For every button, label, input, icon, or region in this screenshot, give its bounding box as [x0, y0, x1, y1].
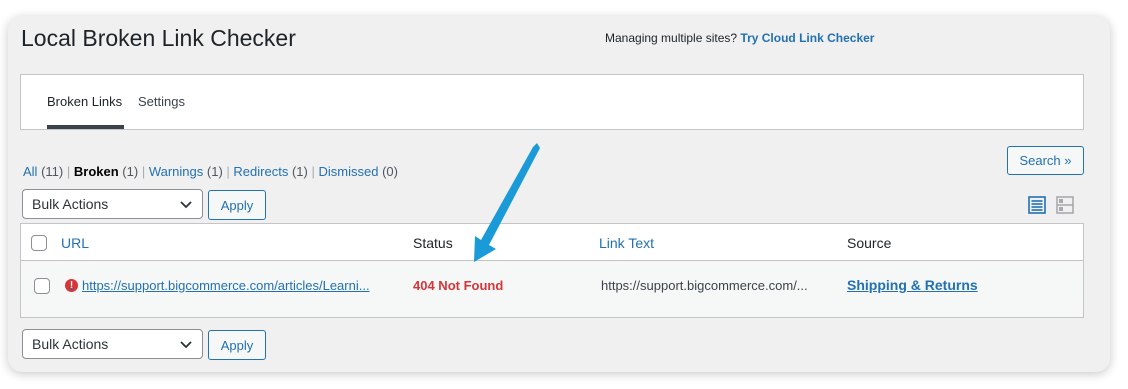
filter-all-count: (11): [41, 164, 64, 179]
bulk-actions-select-bottom[interactable]: Bulk Actions: [22, 329, 203, 359]
filter-separator: |: [226, 164, 230, 179]
chevron-down-icon: [180, 201, 192, 209]
column-status: Status: [413, 235, 453, 251]
filter-dismissed-count: (0): [382, 164, 398, 179]
filter-warnings-count: (1): [206, 164, 223, 179]
links-table: URL Status Link Text Source ! https://su…: [20, 223, 1084, 318]
filter-separator: |: [66, 164, 71, 179]
apply-button-top[interactable]: Apply: [208, 190, 266, 220]
chevron-down-icon: [180, 341, 192, 349]
column-url[interactable]: URL: [61, 235, 89, 251]
bulk-actions-select-top[interactable]: Bulk Actions: [22, 189, 203, 219]
apply-button-bottom[interactable]: Apply: [208, 330, 266, 360]
status-filters: All (11) | Broken (1) | Warnings (1) | R…: [23, 164, 398, 179]
promo-text: Managing multiple sites?: [605, 31, 738, 45]
search-button[interactable]: Search »: [1007, 146, 1084, 175]
page-title: Local Broken Link Checker: [21, 25, 296, 51]
column-source: Source: [847, 235, 892, 251]
filter-warnings[interactable]: Warnings: [149, 164, 203, 179]
url-text: https://support.bigcommerce.com/articles…: [82, 278, 370, 293]
filter-redirects-count: (1): [291, 164, 308, 179]
list-view-icon[interactable]: [1028, 196, 1046, 214]
error-icon: !: [65, 279, 78, 292]
tab-settings[interactable]: Settings: [138, 94, 185, 109]
row-checkbox[interactable]: [34, 278, 50, 294]
filter-dismissed[interactable]: Dismissed: [319, 164, 379, 179]
table-header: URL Status Link Text Source: [21, 224, 1083, 261]
tab-broken-links[interactable]: Broken Links: [47, 94, 122, 109]
source-link[interactable]: Shipping & Returns: [847, 277, 978, 293]
filter-separator: |: [141, 164, 146, 179]
filter-separator: |: [311, 164, 315, 179]
plugin-window: Local Broken Link Checker Managing multi…: [8, 16, 1110, 372]
bulk-actions-value: Bulk Actions: [32, 336, 109, 352]
link-text-cell: https://support.bigcommerce.com/...: [601, 278, 808, 293]
try-cloud-link[interactable]: Try Cloud Link Checker: [740, 31, 874, 45]
bulk-actions-value: Bulk Actions: [32, 196, 109, 212]
select-all-checkbox[interactable]: [31, 235, 47, 251]
filter-broken-count: (1): [122, 164, 139, 179]
filter-redirects[interactable]: Redirects: [233, 164, 288, 179]
filter-all[interactable]: All: [23, 164, 37, 179]
column-link-text[interactable]: Link Text: [599, 235, 654, 251]
tab-bar: Broken Links Settings: [20, 74, 1084, 130]
url-cell[interactable]: ! https://support.bigcommerce.com/articl…: [65, 278, 370, 293]
excerpt-view-icon[interactable]: [1056, 196, 1074, 214]
active-tab-indicator: [47, 125, 124, 129]
status-cell: 404 Not Found: [413, 278, 504, 293]
promo-notice: Managing multiple sites? Try Cloud Link …: [605, 31, 874, 45]
table-row: ! https://support.bigcommerce.com/articl…: [21, 261, 1083, 317]
filter-broken[interactable]: Broken: [74, 164, 119, 179]
